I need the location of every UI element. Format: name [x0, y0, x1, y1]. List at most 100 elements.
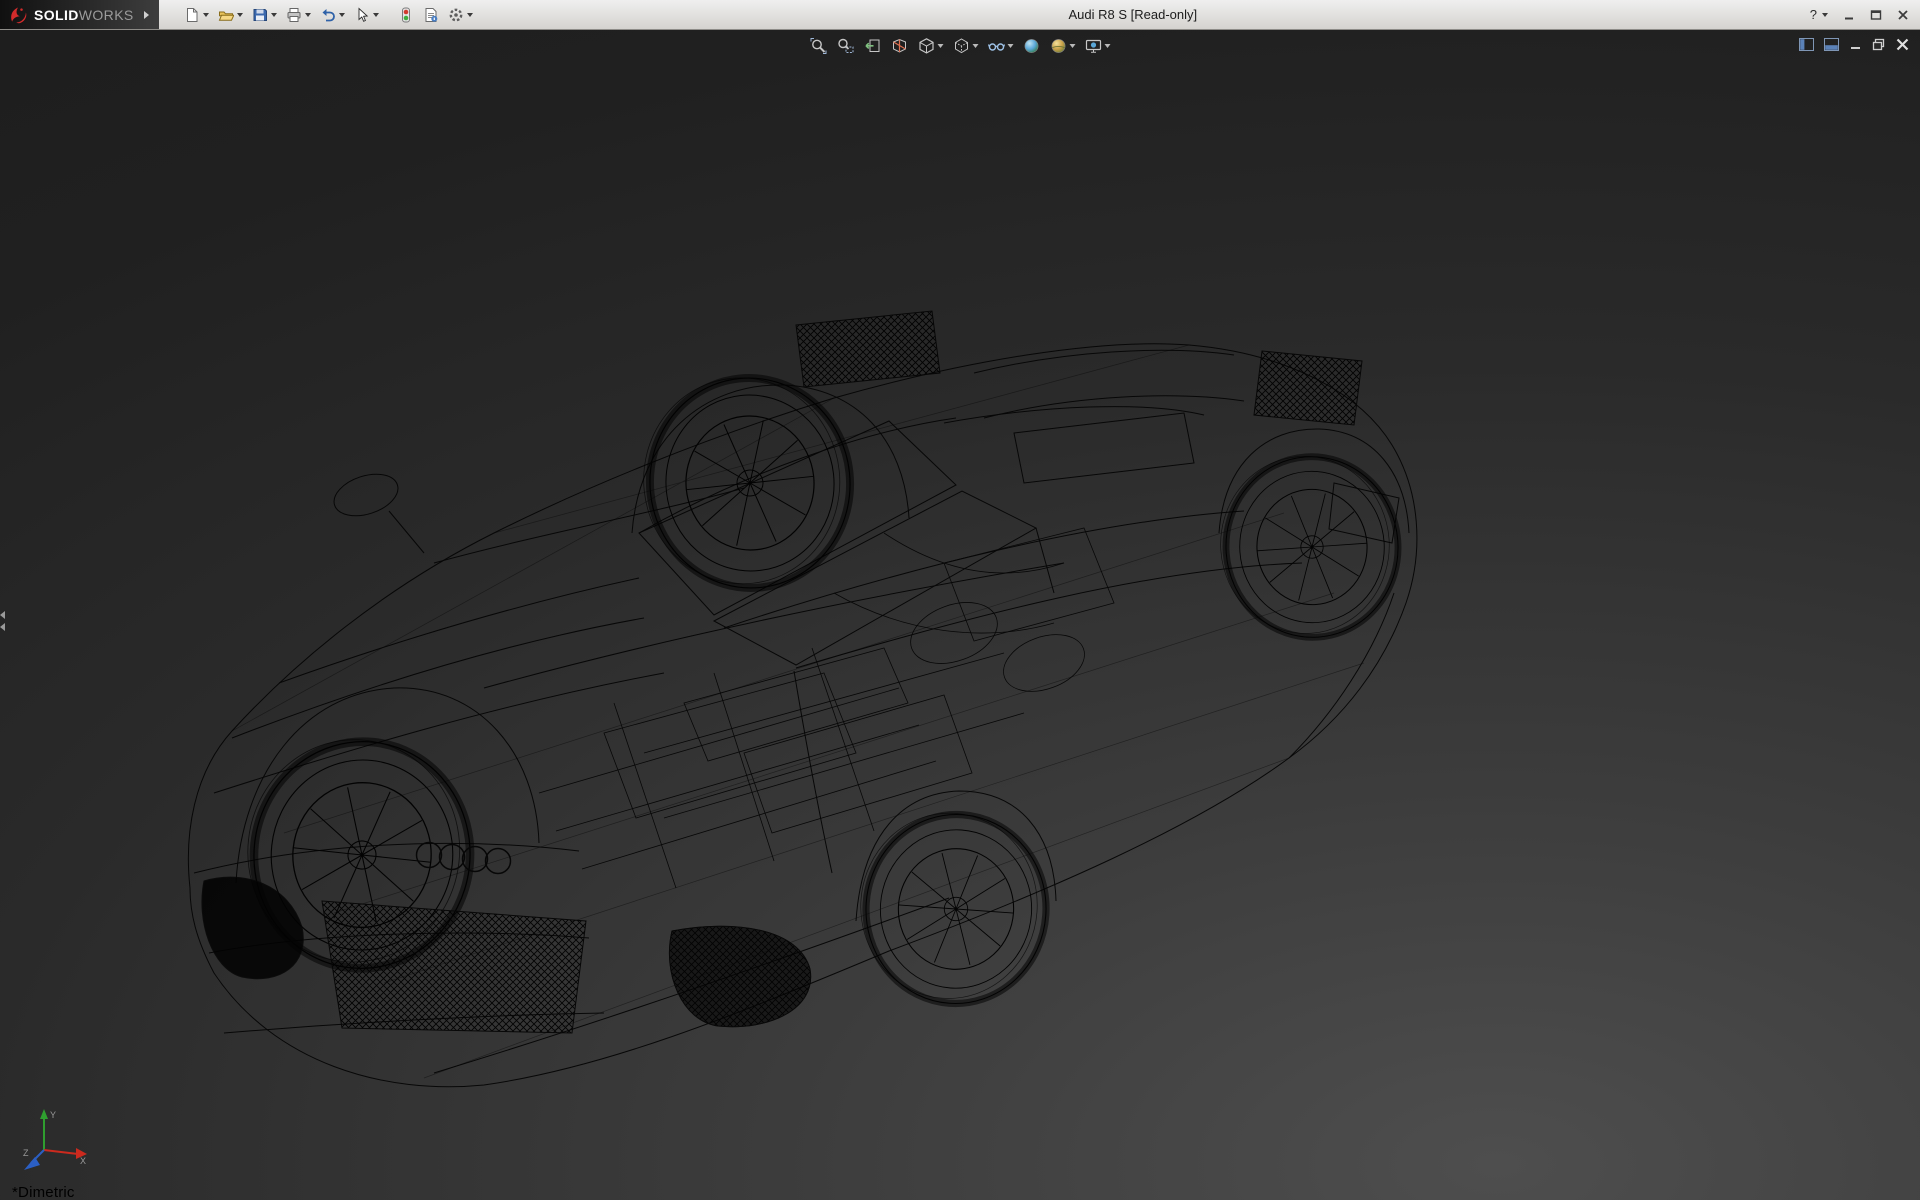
- solidworks-logo[interactable]: SOLIDWORKS: [0, 0, 159, 29]
- open-folder-icon: [218, 7, 234, 23]
- zoom-to-fit-button[interactable]: [809, 36, 829, 56]
- side-mirror[interactable]: [329, 467, 424, 553]
- dropdown-caret-icon[interactable]: [339, 13, 345, 17]
- new-document-button[interactable]: [181, 1, 212, 29]
- minimize-icon: [1843, 9, 1855, 21]
- zoom-to-area-button[interactable]: [836, 36, 856, 56]
- z-axis-arrow-icon: [24, 1157, 40, 1170]
- previous-view-button[interactable]: [863, 36, 883, 56]
- orientation-triad: Y X Z: [22, 1105, 92, 1177]
- print-button[interactable]: [283, 1, 314, 29]
- split-pane-horizontal-button[interactable]: [1824, 38, 1839, 56]
- collapse-left-icon: [0, 623, 5, 631]
- options-gear-icon: [448, 7, 464, 23]
- save-button[interactable]: [249, 1, 280, 29]
- options-button[interactable]: [445, 1, 476, 29]
- zoom-to-area-icon: [837, 37, 855, 55]
- greenhouse[interactable]: [484, 407, 1302, 688]
- dropdown-caret-icon[interactable]: [237, 13, 243, 17]
- display-style-button[interactable]: [952, 36, 980, 56]
- view-settings-icon: [1085, 37, 1103, 55]
- file-properties-icon: [423, 7, 439, 23]
- y-axis-label: Y: [50, 1110, 56, 1120]
- select-cursor-icon: [354, 7, 370, 23]
- collapse-left-icon: [0, 611, 5, 619]
- dropdown-caret-icon[interactable]: [1105, 44, 1111, 48]
- section-view-button[interactable]: [890, 36, 910, 56]
- view-settings-button[interactable]: [1084, 36, 1112, 56]
- rebuild-stoplight-icon: [398, 7, 414, 23]
- dropdown-caret-icon[interactable]: [973, 44, 979, 48]
- dropdown-caret-icon[interactable]: [1822, 13, 1828, 17]
- title-bar: SOLIDWORKS: [0, 0, 1920, 30]
- edit-appearance-button[interactable]: [1022, 36, 1042, 56]
- print-icon: [286, 7, 302, 23]
- dropdown-caret-icon[interactable]: [1070, 44, 1076, 48]
- dropdown-caret-icon[interactable]: [938, 44, 944, 48]
- z-axis-label: Z: [23, 1148, 29, 1158]
- document-restore-button[interactable]: [1872, 38, 1885, 56]
- apply-scene-button[interactable]: [1049, 36, 1077, 56]
- new-document-icon: [184, 7, 200, 23]
- rear-right-wheel[interactable]: [1215, 450, 1404, 643]
- dropdown-caret-icon[interactable]: [305, 13, 311, 17]
- hide-show-items-button[interactable]: [987, 36, 1015, 56]
- help-label: ?: [1810, 7, 1817, 22]
- split-pane-horizontal-icon: [1824, 38, 1839, 51]
- maximize-button[interactable]: [1867, 6, 1885, 24]
- viewport-window-controls: [1799, 37, 1910, 57]
- document-restore-icon: [1872, 38, 1885, 51]
- menu-expand-arrow-icon[interactable]: [144, 11, 149, 19]
- document-minimize-button[interactable]: [1849, 38, 1862, 56]
- document-minimize-icon: [1849, 38, 1862, 51]
- maximize-icon: [1870, 9, 1882, 21]
- document-close-icon: [1895, 37, 1910, 52]
- view-orientation-button[interactable]: [917, 36, 945, 56]
- undo-arrow-icon: [320, 7, 336, 23]
- open-button[interactable]: [215, 1, 246, 29]
- window-title: Audi R8 S [Read-only]: [1068, 7, 1197, 22]
- front-grille[interactable]: [322, 901, 586, 1033]
- window-caption-controls: ?: [1810, 0, 1912, 29]
- dropdown-caret-icon[interactable]: [1008, 44, 1014, 48]
- rebuild-button[interactable]: [395, 1, 417, 29]
- file-properties-button[interactable]: [420, 1, 442, 29]
- wheel-arches: [236, 385, 1409, 921]
- undo-button[interactable]: [317, 1, 348, 29]
- view-orientation-cube-icon: [918, 37, 936, 55]
- dropdown-caret-icon[interactable]: [467, 13, 473, 17]
- graphics-viewport[interactable]: Y X Z *Dimetric: [0, 30, 1920, 1200]
- hide-show-items-glasses-icon: [988, 37, 1006, 55]
- car-wireframe-model[interactable]: [184, 233, 1420, 1102]
- section-view-icon: [891, 37, 909, 55]
- y-axis-arrow-icon: [40, 1109, 48, 1119]
- headlight: [202, 877, 303, 979]
- edit-appearance-sphere-icon: [1023, 37, 1041, 55]
- document-close-button[interactable]: [1895, 37, 1910, 57]
- main-toolbar: [181, 1, 476, 29]
- display-style-icon: [953, 37, 971, 55]
- dropdown-caret-icon[interactable]: [203, 13, 209, 17]
- rear-vents: [796, 311, 1362, 483]
- solidworks-logo-icon: [8, 5, 28, 25]
- solidworks-wordmark: SOLIDWORKS: [34, 7, 134, 23]
- help-button[interactable]: ?: [1810, 7, 1828, 22]
- x-axis-label: X: [80, 1156, 86, 1166]
- heads-up-toolbar: [809, 36, 1112, 56]
- dropdown-caret-icon[interactable]: [271, 13, 277, 17]
- apply-scene-sphere-icon: [1050, 37, 1068, 55]
- front-right-wheel[interactable]: [854, 807, 1052, 1009]
- previous-view-icon: [864, 37, 882, 55]
- chassis-lines: [539, 528, 1114, 888]
- save-floppy-icon: [252, 7, 268, 23]
- dropdown-caret-icon[interactable]: [373, 13, 379, 17]
- split-pane-vertical-icon: [1799, 38, 1814, 51]
- select-button[interactable]: [351, 1, 382, 29]
- close-button[interactable]: [1894, 6, 1912, 24]
- split-pane-vertical-button[interactable]: [1799, 38, 1814, 56]
- zoom-to-fit-icon: [810, 37, 828, 55]
- close-icon: [1897, 9, 1909, 21]
- minimize-button[interactable]: [1840, 6, 1858, 24]
- view-orientation-label: *Dimetric: [12, 1184, 75, 1200]
- feature-panel-splitter[interactable]: [0, 603, 10, 639]
